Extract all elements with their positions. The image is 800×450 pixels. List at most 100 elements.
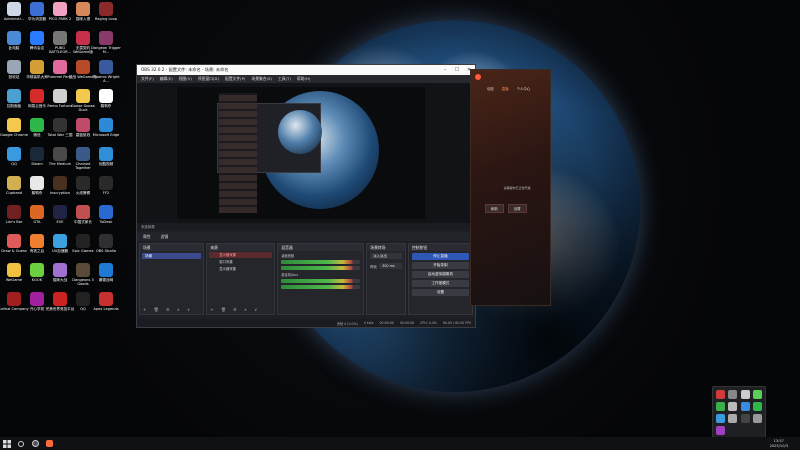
start-recording-button[interactable]: 开始录制 xyxy=(411,262,470,269)
start-button[interactable] xyxy=(0,437,14,450)
source-item[interactable]: 显示器采集 xyxy=(209,266,272,272)
obs-titlebar[interactable]: OBS 32.0.2 - 配置文件: 未命名 - 场景: 未命名 – ☐ ✕ xyxy=(137,65,475,75)
app-icon xyxy=(7,118,21,132)
tab-profile[interactable]: 个人中心 xyxy=(517,86,531,91)
app2-settings-button[interactable]: 设置 xyxy=(507,204,527,213)
minimize-icon[interactable]: – xyxy=(439,67,451,73)
app-icon xyxy=(7,60,21,74)
app-icon xyxy=(99,89,113,103)
desktop-icon-label: 暴雪战网 xyxy=(98,278,114,282)
refresh-button[interactable]: 刷新 xyxy=(485,204,504,213)
app2-message: 请确保你已正常开播 xyxy=(503,186,531,190)
tray-app-icon[interactable] xyxy=(728,414,738,423)
scenes-dock: 场景 场景 + 🗑 ⚙ ∧ ∨ xyxy=(139,243,205,315)
tab-dynamic[interactable]: 动态 xyxy=(487,86,494,91)
preview-status: 未选择源 xyxy=(137,223,475,230)
app-icon xyxy=(7,176,21,190)
app-icon xyxy=(76,292,90,306)
taskbar-clock[interactable]: 13:57 2025/10/3 xyxy=(770,439,800,448)
tray-app-icon[interactable] xyxy=(740,414,750,423)
scene-item[interactable]: 场景 xyxy=(142,253,202,259)
app2-tabs: 动态 直播 个人中心 xyxy=(471,84,550,92)
tray-app-icon[interactable] xyxy=(752,402,762,411)
dropped-frames: 丢帧 0 (0.0%) xyxy=(336,321,358,326)
rec-time: 00:00:00 xyxy=(379,321,394,325)
app-icon xyxy=(76,89,90,103)
tray-app-icon[interactable] xyxy=(716,402,725,411)
filters-tab[interactable]: 滤镜 xyxy=(161,234,169,240)
menu-item[interactable]: 视图(V) xyxy=(179,76,192,82)
app-icon xyxy=(53,60,67,74)
clock-date: 2025/10/3 xyxy=(769,443,788,448)
context-bar: 属性 滤镜 xyxy=(137,232,475,241)
app-icon xyxy=(30,292,44,306)
app-icon xyxy=(53,263,67,277)
app-icon xyxy=(76,2,90,16)
docks: 场景 场景 + 🗑 ⚙ ∧ ∨ 来源 显示器采集 窗口采集 显示器采集 + 🗑 … xyxy=(137,243,475,315)
tray-app-icon[interactable] xyxy=(716,390,725,399)
stop-stream-button[interactable]: 停止直播 xyxy=(411,253,470,260)
app-icon xyxy=(99,176,113,190)
tray-app-icon[interactable] xyxy=(716,414,725,423)
transition-select[interactable]: 淡入淡出 xyxy=(370,253,402,259)
menu-item[interactable]: 场景集合(S) xyxy=(251,76,272,82)
tray-app-icon[interactable] xyxy=(740,402,750,411)
maximize-icon[interactable]: ☐ xyxy=(451,67,463,73)
sources-toolbar[interactable]: + 🗑 ⚙ ∧ ∨ xyxy=(210,307,260,312)
mixer-title: 混音器 xyxy=(278,244,364,251)
app-icon xyxy=(53,234,67,248)
tray-app-icon[interactable] xyxy=(740,390,750,399)
desktop-icon[interactable]: Apex Legends xyxy=(93,292,119,326)
menu-item[interactable]: 配置文件(P) xyxy=(225,76,245,82)
app-icon xyxy=(7,234,21,248)
tab-live[interactable]: 直播 xyxy=(502,86,509,91)
desktop-icon-label: Phoenix Wright A... xyxy=(92,75,120,84)
studio-mode-button[interactable]: 工作室模式 xyxy=(411,280,470,287)
search-taskbar-icon[interactable] xyxy=(14,437,28,450)
app-icon xyxy=(76,176,90,190)
controls-title: 控制按钮 xyxy=(408,244,473,251)
scenes-toolbar[interactable]: + 🗑 ⚙ ∧ ∨ xyxy=(143,307,193,312)
app-icon xyxy=(7,31,21,45)
app-taskbar-icon[interactable] xyxy=(42,437,56,450)
app-icon xyxy=(99,292,113,306)
menu-item[interactable]: 文件(F) xyxy=(141,76,154,82)
transitions-title: 场景转场 xyxy=(367,244,405,251)
source-item[interactable]: 显示器采集 xyxy=(209,252,273,258)
obs-taskbar-icon[interactable] xyxy=(28,437,42,450)
tray-app-icon[interactable] xyxy=(728,402,738,411)
tray-app-icon[interactable] xyxy=(752,414,762,423)
volume-meter xyxy=(281,279,361,283)
desktop-icon-label: 鹅鸭杀 xyxy=(100,104,112,108)
desktop-icon-label: OBS Studio xyxy=(95,249,117,253)
tray-app-icon[interactable] xyxy=(716,426,725,435)
app-icon xyxy=(99,60,113,74)
properties-tab[interactable]: 属性 xyxy=(143,234,151,240)
desktop-icon-label: 优酷视频 xyxy=(98,162,114,166)
app-icon xyxy=(7,292,21,306)
source-item[interactable]: 窗口采集 xyxy=(209,259,272,265)
app-icon xyxy=(99,147,113,161)
menu-item[interactable]: 工具(T) xyxy=(278,76,291,82)
app-icon xyxy=(30,31,44,45)
menu-item[interactable]: 编辑(E) xyxy=(160,76,173,82)
desktop-icon-label: ToDesk xyxy=(99,220,113,224)
windows-icon xyxy=(3,439,11,448)
app-icon xyxy=(76,147,90,161)
duration-input[interactable]: 300 ms xyxy=(379,263,402,269)
app-icon xyxy=(30,234,44,248)
menu-item[interactable]: 停靠窗口(D) xyxy=(198,76,219,82)
menu-item[interactable]: 帮助(H) xyxy=(297,76,310,82)
app-icon xyxy=(30,176,44,190)
preview-canvas xyxy=(177,87,425,219)
preview-area[interactable] xyxy=(137,83,475,223)
tray-app-icon[interactable] xyxy=(728,390,738,399)
virtual-camera-button[interactable]: 启动虚拟摄像机 xyxy=(411,271,470,278)
fps: 60.00 / 60.00 FPS xyxy=(442,321,471,325)
obs-title: OBS 32.0.2 - 配置文件: 未命名 - 场景: 未命名 xyxy=(141,67,229,72)
sources-dock: 来源 显示器采集 窗口采集 显示器采集 + 🗑 ⚙ ∧ ∨ xyxy=(206,243,276,315)
settings-button[interactable]: 设置 xyxy=(411,289,470,296)
tray-app-icon[interactable] xyxy=(752,390,762,399)
transitions-dock: 场景转场 淡入淡出 时长 300 ms xyxy=(366,243,406,315)
bitrate: 0 kb/s xyxy=(363,321,374,325)
